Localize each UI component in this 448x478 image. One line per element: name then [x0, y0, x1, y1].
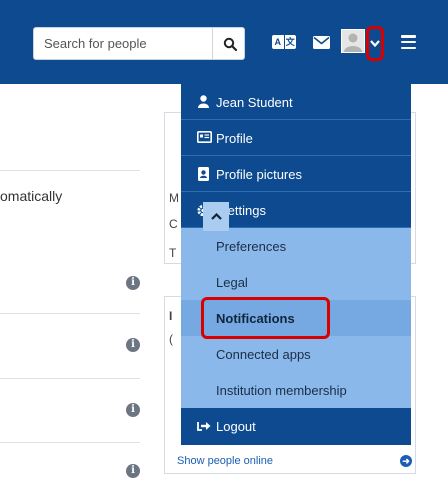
menu-item-label: Profile pictures	[216, 167, 302, 182]
card-text-fragment: T	[169, 246, 177, 260]
menu-item-label: Profile	[216, 131, 253, 146]
menu-item-label: Legal	[216, 275, 248, 290]
sign-out-icon	[197, 422, 211, 431]
menu-item-profile-pictures[interactable]: Profile pictures	[181, 156, 411, 192]
avatar-placeholder-icon	[344, 33, 362, 52]
arrow-right-icon[interactable]: ➜	[400, 455, 412, 467]
info-icon[interactable]: i	[126, 276, 140, 290]
info-icon[interactable]: i	[126, 403, 140, 417]
submenu-item-connected-apps[interactable]: Connected apps	[181, 336, 411, 372]
search-input[interactable]: Search for people	[44, 36, 147, 51]
menu-item-logout[interactable]: Logout	[181, 408, 411, 445]
menu-item-profile[interactable]: Profile	[181, 120, 411, 156]
id-card-icon	[197, 131, 212, 143]
menu-item-label: Preferences	[216, 239, 287, 254]
hamburger-menu-icon[interactable]	[401, 35, 416, 49]
submenu-item-institution-membership[interactable]: Institution membership	[181, 372, 411, 408]
card-text-fragment: I	[169, 309, 173, 323]
section-divider	[0, 378, 140, 379]
portrait-icon	[198, 167, 209, 181]
card-text-fragment: M	[169, 191, 179, 205]
search-button[interactable]	[213, 28, 246, 59]
info-icon[interactable]: i	[126, 464, 140, 478]
chevron-down-icon	[370, 40, 380, 47]
menu-item-label: Institution membership	[216, 383, 347, 398]
user-menu-toggle[interactable]	[366, 26, 384, 61]
chevron-up-icon	[210, 213, 222, 220]
info-icon[interactable]: i	[126, 338, 140, 352]
section-divider	[0, 442, 140, 443]
show-people-online-link[interactable]: Show people online	[177, 455, 273, 467]
section-divider	[0, 170, 140, 171]
card-text-fragment: C	[169, 217, 178, 231]
submenu-item-preferences[interactable]: Preferences	[181, 228, 411, 264]
setting-description: omatically	[0, 188, 63, 204]
section-divider	[0, 313, 140, 314]
people-search-box[interactable]: Search for people	[33, 27, 245, 60]
card-text-fragment: (	[169, 332, 173, 346]
top-navbar: Search for people A 文	[0, 0, 448, 84]
menu-user-name-label: Jean Student	[216, 95, 293, 110]
menu-item-label: Logout	[216, 419, 256, 434]
search-icon	[223, 37, 237, 51]
hamburger-bar	[401, 40, 416, 44]
language-icon-cjk: 文	[285, 37, 295, 47]
submenu-item-legal[interactable]: Legal	[181, 264, 411, 300]
user-icon	[198, 95, 209, 108]
hamburger-bar	[401, 46, 416, 49]
mail-icon[interactable]	[313, 36, 330, 49]
user-avatar[interactable]	[341, 29, 365, 53]
hamburger-bar	[401, 35, 416, 38]
menu-item-label: Connected apps	[216, 347, 311, 362]
language-icon[interactable]: A 文	[272, 35, 296, 49]
settings-collapse-button[interactable]	[203, 202, 229, 231]
notifications-highlight-box	[201, 297, 330, 339]
language-icon-latin: A	[272, 35, 285, 49]
menu-user-name[interactable]: Jean Student	[181, 84, 411, 120]
